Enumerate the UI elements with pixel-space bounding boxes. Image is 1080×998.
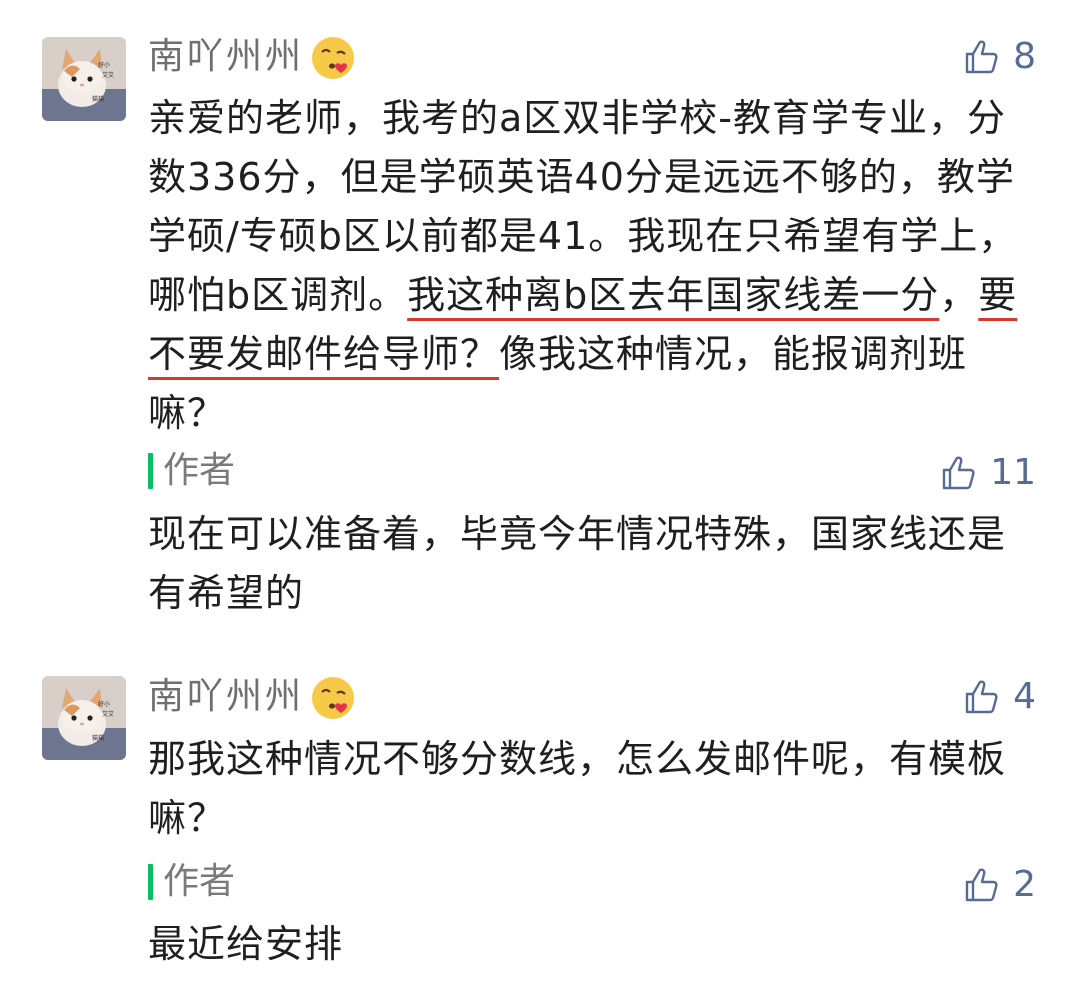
author-bar bbox=[148, 864, 153, 900]
like-count: 2 bbox=[1013, 864, 1036, 905]
author-bar bbox=[148, 453, 153, 489]
kissing-heart-emoji-icon bbox=[310, 35, 356, 81]
like-count: 4 bbox=[1013, 676, 1036, 717]
avatar[interactable]: 好小 艾艾 猫猫 bbox=[42, 37, 126, 121]
highlighted-text: 我这种离b区去年国家线差一分 bbox=[407, 273, 940, 317]
like-count: 8 bbox=[1013, 36, 1036, 77]
comment-text: 那我这种情况不够分数线，怎么发邮件呢，有模板嘛？ bbox=[148, 737, 1007, 840]
thumbs-up-icon bbox=[942, 456, 975, 490]
thumbs-up-icon bbox=[965, 680, 998, 714]
like-button[interactable]: 2 bbox=[963, 863, 1036, 907]
like-button[interactable]: 8 bbox=[963, 35, 1036, 79]
author-reply-label: 作者 bbox=[148, 860, 235, 904]
like-button[interactable]: 11 bbox=[940, 451, 1036, 495]
kissing-heart-emoji-icon bbox=[310, 675, 356, 721]
svg-text:好小: 好小 bbox=[98, 700, 110, 708]
author-reply-label: 作者 bbox=[148, 449, 235, 493]
like-count: 11 bbox=[990, 452, 1036, 493]
svg-text:猫猫: 猫猫 bbox=[92, 95, 104, 103]
reply-text: 最近给安排 bbox=[148, 922, 344, 966]
thumbs-up-icon bbox=[965, 40, 998, 74]
avatar[interactable]: 好小 艾艾 猫猫 bbox=[42, 676, 126, 760]
like-button[interactable]: 4 bbox=[963, 675, 1036, 719]
svg-text:猫猫: 猫猫 bbox=[92, 734, 104, 742]
reply-text: 现在可以准备着，毕竟今年情况特殊，国家线还是有希望的 bbox=[148, 512, 1007, 615]
thumbs-up-icon bbox=[965, 868, 998, 902]
svg-text:艾艾: 艾艾 bbox=[102, 710, 114, 718]
svg-text:艾艾: 艾艾 bbox=[102, 71, 114, 79]
comment-username[interactable]: 南吖州州 bbox=[148, 675, 356, 719]
svg-text:好小: 好小 bbox=[98, 61, 110, 69]
comment-text: 亲爱的老师，我考的a区双非学校-教育学专业，分数336分，但是学硕英语40分是远… bbox=[148, 96, 1018, 435]
comment-username[interactable]: 南吖州州 bbox=[148, 35, 356, 79]
